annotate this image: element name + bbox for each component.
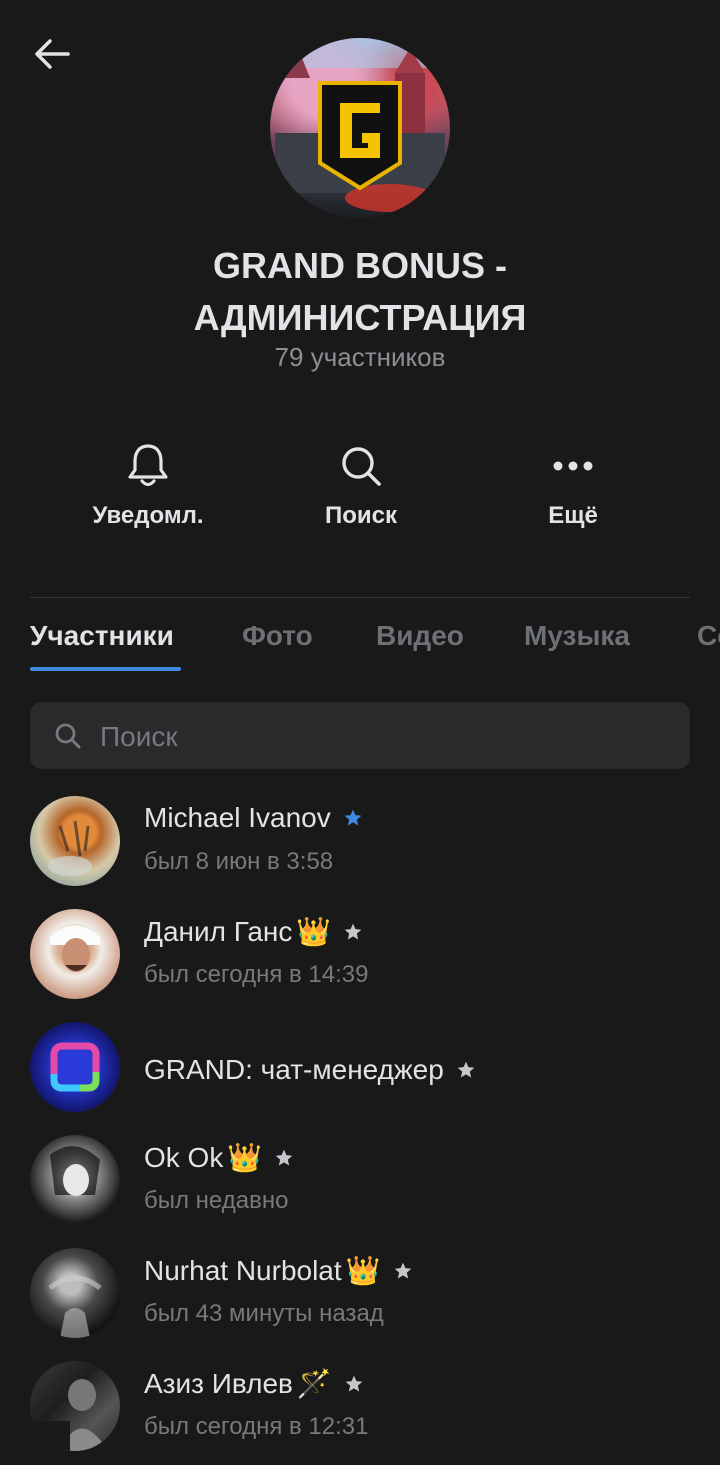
member-status: был 43 минуты назад <box>144 1300 384 1327</box>
magic-wand-icon: 🪄 <box>296 1368 332 1399</box>
avatar <box>30 1135 120 1225</box>
member-name-text: Nurhat Nurbolat <box>144 1254 342 1286</box>
star-icon <box>344 923 362 939</box>
more-button[interactable]: Ещё <box>473 440 673 530</box>
member-status: был сегодня в 12:31 <box>144 1413 369 1440</box>
avatar <box>30 1248 120 1338</box>
group-title-line-1: GRAND BONUS - <box>213 245 507 286</box>
member-row[interactable]: Nurhat Nurbolat 👑 был 43 минуты назад <box>0 1248 720 1348</box>
group-avatar[interactable] <box>270 38 450 218</box>
group-title-line-2: АДМИНИСТРАЦИЯ <box>193 297 527 338</box>
member-status: был 8 июн в 3:58 <box>144 848 334 875</box>
member-name: Michael Ivanov <box>144 802 363 834</box>
member-name-text: Азиз Ивлев <box>144 1367 293 1399</box>
tab-video[interactable]: Видео <box>376 620 464 652</box>
member-name-text: Michael Ivanov <box>144 802 331 833</box>
star-icon <box>275 1149 293 1165</box>
back-button[interactable] <box>30 34 74 74</box>
star-icon <box>457 1061 475 1078</box>
member-name: Азиз Ивлев 🪄 <box>144 1367 364 1400</box>
notifications-button[interactable]: Уведомл. <box>48 440 248 530</box>
member-name: Данил Ганс 👑 <box>144 915 363 948</box>
member-status: был сегодня в 14:39 <box>144 961 369 988</box>
member-name: Nurhat Nurbolat 👑 <box>144 1254 413 1287</box>
tab-members[interactable]: Участники <box>30 620 174 652</box>
search-icon <box>55 723 81 749</box>
avatar <box>30 909 120 999</box>
member-row[interactable]: Азиз Ивлев 🪄 был сегодня в 12:31 <box>0 1361 720 1461</box>
tab-more-cut[interactable]: Со <box>697 620 720 652</box>
avatar <box>30 796 120 886</box>
tab-bar: Участники Фото Видео Музыка Со <box>30 620 720 672</box>
member-name-text: Данил Ганс <box>144 915 293 947</box>
member-name: Ok Ok 👑 <box>144 1141 294 1174</box>
search-icon <box>342 447 381 486</box>
more-label: Ещё <box>548 502 598 529</box>
arrow-left-icon <box>35 39 70 69</box>
search-button[interactable]: Поиск <box>261 440 461 530</box>
bell-icon <box>128 444 168 487</box>
member-row[interactable]: Данил Ганс 👑 был сегодня в 14:39 <box>0 909 720 1009</box>
member-row[interactable]: Michael Ivanov был 8 июн в 3:58 <box>0 796 720 896</box>
crown-icon: 👑 <box>345 1255 381 1286</box>
member-name-text: GRAND: чат-менеджер <box>144 1054 444 1085</box>
group-title: GRAND BONUS - АДМИНИСТРАЦИЯ <box>0 240 720 344</box>
star-icon <box>344 809 362 826</box>
notifications-label: Уведомл. <box>92 502 204 529</box>
member-row[interactable]: GRAND: чат-менеджер <box>0 1022 720 1122</box>
avatar <box>30 1361 120 1451</box>
divider <box>30 597 690 598</box>
star-icon <box>394 1262 411 1278</box>
member-row[interactable]: Ok Ok 👑 был недавно <box>0 1135 720 1235</box>
grand-logo-icon <box>270 38 450 212</box>
crown-icon: 👑 <box>227 1142 263 1173</box>
members-count: 79 участников <box>274 342 446 372</box>
more-icon <box>553 461 593 471</box>
tab-photo[interactable]: Фото <box>242 620 313 652</box>
avatar <box>30 1022 120 1112</box>
tab-music[interactable]: Музыка <box>524 620 630 652</box>
active-tab-indicator <box>30 667 181 671</box>
member-status: был недавно <box>144 1187 289 1214</box>
search-input[interactable] <box>98 702 662 771</box>
member-name-text: Ok Ok <box>144 1141 224 1173</box>
action-bar: Уведомл. Поиск Ещё <box>0 440 720 550</box>
star-icon <box>345 1375 363 1391</box>
crown-icon: 👑 <box>296 916 332 947</box>
search-label: Поиск <box>324 502 398 529</box>
members-search[interactable] <box>30 702 690 771</box>
member-name: GRAND: чат-менеджер <box>144 1054 476 1086</box>
